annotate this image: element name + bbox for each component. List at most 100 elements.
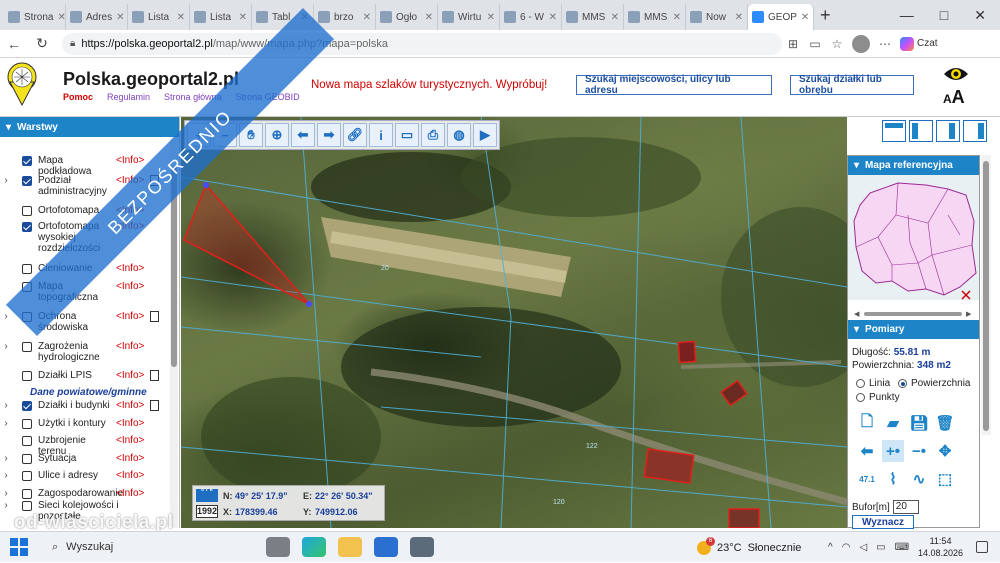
layer-info-link[interactable]: <Info> <box>116 341 144 352</box>
layer-checkbox[interactable] <box>22 471 32 481</box>
close-tab-icon[interactable]: ✕ <box>549 12 557 23</box>
url-field[interactable]: 🔒︎ https://polska.geoportal2.pl/map/www/… <box>62 32 782 55</box>
right-panel-scrollbar[interactable] <box>981 155 991 435</box>
browser-tab[interactable]: Lista ✕ <box>128 4 190 30</box>
close-tab-icon[interactable]: ✕ <box>363 12 371 23</box>
profile-avatar-icon[interactable] <box>852 34 870 53</box>
copilot-button[interactable]: Czat <box>900 36 938 51</box>
volume-icon[interactable]: ◁ <box>859 542 867 553</box>
layer-checkbox[interactable] <box>22 489 32 499</box>
browser-tab[interactable]: Now ✕ <box>686 4 748 30</box>
radio-points[interactable]: Punkty <box>856 392 900 403</box>
close-tab-icon[interactable]: ✕ <box>735 12 743 23</box>
legend-document-icon[interactable] <box>150 311 160 322</box>
task-view-icon[interactable] <box>266 537 290 557</box>
undo-arrow-icon[interactable]: ⬅︎ <box>856 440 878 462</box>
font-size-toggle[interactable]: AA <box>943 87 965 108</box>
browser-tab[interactable]: GEOP ✕ <box>748 4 814 30</box>
close-tab-icon[interactable]: ✕ <box>673 12 681 23</box>
network-icon[interactable]: ◠ <box>842 542 851 553</box>
measurements-header[interactable]: ▾ Pomiary <box>848 320 979 339</box>
reader-icon[interactable]: ▭ <box>804 37 826 51</box>
geobid-logo-icon[interactable] <box>6 62 38 106</box>
edge-icon[interactable] <box>302 537 326 557</box>
layer-checkbox[interactable] <box>22 419 32 429</box>
browser-tab[interactable]: Ogło ✕ <box>376 4 438 30</box>
move-icon[interactable]: ✥ <box>934 440 956 462</box>
search-parcel-button[interactable]: Szukaj działki lub obrębu <box>790 74 914 96</box>
layer-checkbox[interactable] <box>22 454 32 464</box>
globe-icon[interactable]: ◍ <box>447 123 471 147</box>
new-tab-button[interactable]: + <box>820 5 840 26</box>
refresh-icon[interactable]: ↻ <box>28 35 56 52</box>
layer-checkbox[interactable] <box>22 222 32 232</box>
expand-chevron-icon[interactable]: › <box>0 400 12 411</box>
layer-info-link[interactable]: <Info> <box>116 488 144 499</box>
layer-checkbox[interactable] <box>22 264 32 274</box>
battery-icon[interactable]: ▭ <box>876 542 885 553</box>
folder-icon[interactable]: ▰ <box>882 412 904 434</box>
expand-chevron-icon[interactable]: › <box>0 470 12 481</box>
show-hidden-icon[interactable]: ^ <box>828 542 833 553</box>
browser-tab[interactable]: MMS ✕ <box>624 4 686 30</box>
expand-chevron-icon[interactable]: › <box>0 341 12 352</box>
site-title[interactable]: Polska.geoportal2.pl <box>63 69 239 90</box>
expand-chevron-icon[interactable]: › <box>0 418 12 429</box>
radio-area[interactable]: Powierzchnia <box>898 378 970 389</box>
language-icon[interactable]: ⌨︎ <box>895 542 909 553</box>
close-window-button[interactable]: ✕ <box>974 7 986 24</box>
layer-info-link[interactable]: <Info> <box>116 435 144 446</box>
layer-checkbox[interactable] <box>22 501 32 511</box>
layout-full-icon[interactable] <box>882 120 906 142</box>
label-tool-icon[interactable]: 47.1 <box>856 468 878 490</box>
browser-tab[interactable]: MMS ✕ <box>562 4 624 30</box>
layers-panel-header[interactable]: ▾ Warstwy <box>0 117 179 137</box>
layer-info-link[interactable]: <Info> <box>116 281 144 292</box>
layer-info-link[interactable]: <Info> <box>116 400 144 411</box>
polyline-icon[interactable]: ⌇ <box>882 468 904 490</box>
info-icon[interactable]: i <box>369 123 393 147</box>
start-icon[interactable] <box>10 538 28 556</box>
app-grid-icon[interactable]: ⊞ <box>782 37 804 51</box>
close-tab-icon[interactable]: ✕ <box>116 12 124 23</box>
cube-icon[interactable]: ⬚ <box>934 468 956 490</box>
reference-map-header[interactable]: ▾ Mapa referencyjna <box>848 156 979 175</box>
minimize-button[interactable]: — <box>900 7 914 24</box>
close-tab-icon[interactable]: ✕ <box>57 12 65 23</box>
export-icon[interactable] <box>936 120 960 142</box>
reference-map[interactable] <box>848 175 979 300</box>
layer-info-link[interactable]: <Info> <box>116 370 144 381</box>
file-explorer-icon[interactable] <box>338 537 362 557</box>
reference-map-slider[interactable]: ◀︎ ▶︎ <box>854 310 974 318</box>
print-icon[interactable]: ⎙ <box>421 123 445 147</box>
promo-link[interactable]: Nowa mapa szlaków turystycznych. Wypróbu… <box>311 79 547 91</box>
close-tab-icon[interactable]: ✕ <box>177 12 185 23</box>
wave-icon[interactable]: ∿ <box>908 468 930 490</box>
terms-link[interactable]: Regulamin <box>107 92 150 102</box>
expand-chevron-icon[interactable]: › <box>0 311 12 322</box>
trash-icon[interactable]: 🗑︎ <box>934 412 956 434</box>
layer-item[interactable]: › Użytki i kontury <Info> <box>0 418 170 429</box>
next-view-icon[interactable]: ➡︎ <box>317 123 341 147</box>
add-point-icon[interactable]: +• <box>882 440 904 462</box>
browser-tab[interactable]: brzo ✕ <box>314 4 376 30</box>
contrast-eye-icon[interactable] <box>943 66 969 82</box>
layer-item[interactable]: Działki LPIS <Info> <box>0 370 170 381</box>
clock[interactable]: 11:54 14.08.2026 <box>918 535 963 559</box>
taskbar-search[interactable]: ⌕ Wyszukaj <box>52 541 252 554</box>
browser-tab[interactable]: Strona ✕ <box>4 4 66 30</box>
more-icon[interactable]: ⋯ <box>874 37 896 51</box>
layer-checkbox[interactable] <box>22 342 32 352</box>
expand-chevron-icon[interactable]: › <box>0 488 12 499</box>
search-address-button[interactable]: Szukaj miejscowości, ulicy lub adresu <box>576 74 772 96</box>
layer-checkbox[interactable] <box>22 401 32 411</box>
browser-tab[interactable]: 6 - W ✕ <box>500 4 562 30</box>
buffer-input[interactable]: 20 <box>892 500 919 514</box>
link-icon[interactable]: 🔗︎ <box>343 123 367 147</box>
legend-document-icon[interactable] <box>150 400 160 411</box>
calculate-button[interactable]: Wyznacz <box>852 515 914 529</box>
close-tab-icon[interactable]: ✕ <box>239 12 247 23</box>
browser-tab[interactable]: Adres ✕ <box>66 4 128 30</box>
notepad-icon[interactable] <box>410 537 434 557</box>
coordinate-system-icon[interactable]: ° ' " <box>196 489 218 502</box>
